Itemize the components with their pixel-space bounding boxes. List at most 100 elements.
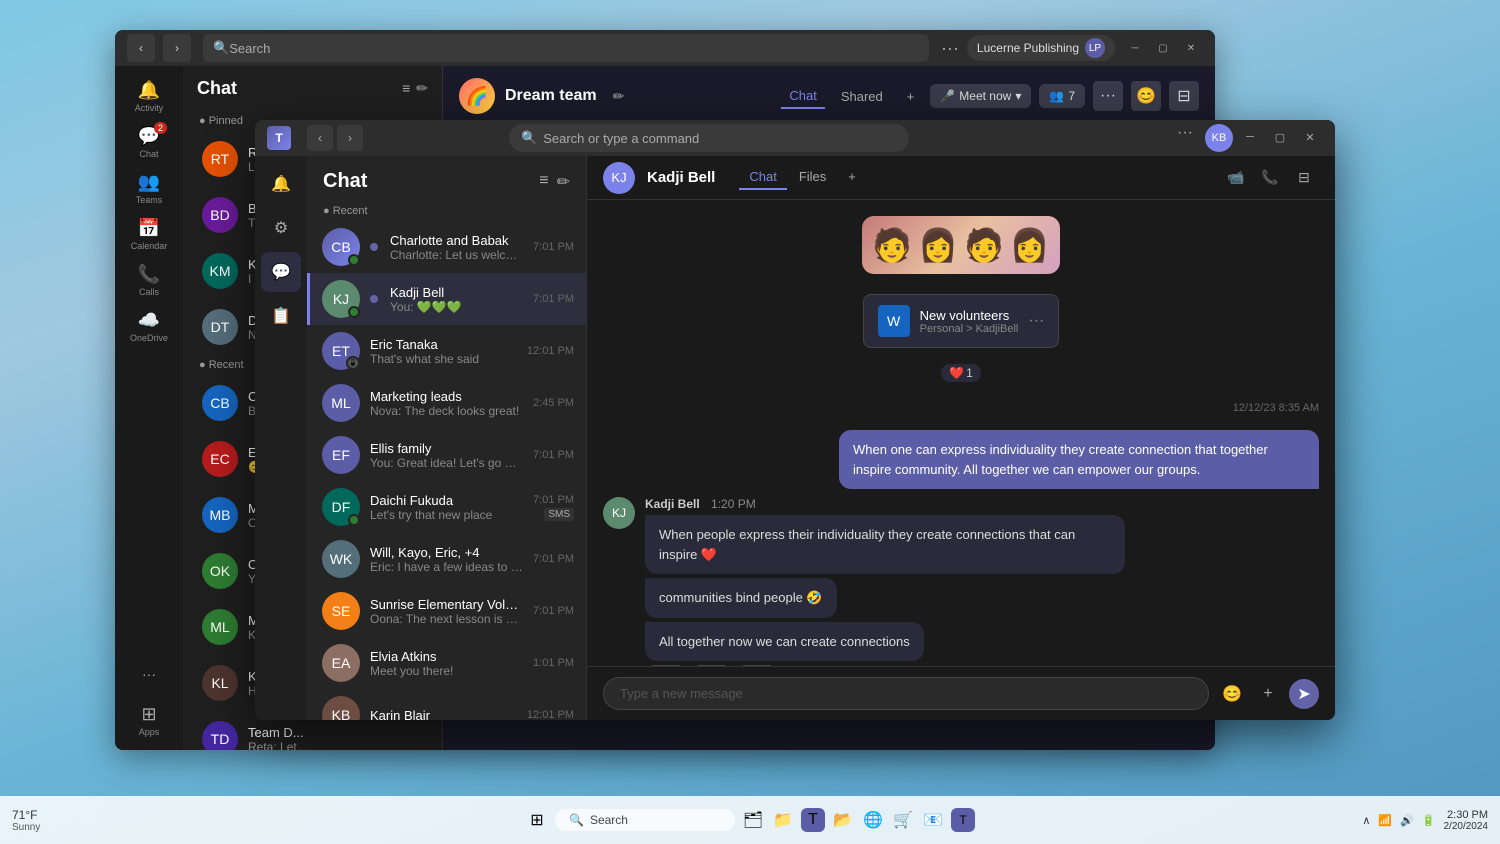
shared-tab[interactable]: Shared <box>833 85 891 108</box>
sms-badge: SMS <box>544 508 574 521</box>
chat-item-meta: 7:01 PM <box>533 241 574 253</box>
taskbar-teams2[interactable]: T <box>951 808 975 832</box>
list-item[interactable]: KJ Kadji Bell You: 💚💚💚 7:01 PM <box>307 273 586 325</box>
emoji-avatar-4: 👩 <box>1010 226 1050 264</box>
start-button[interactable]: ⊞ <box>525 808 549 832</box>
list-item[interactable]: CB Charlotte and Babak Charlotte: Let us… <box>307 221 586 273</box>
network-icon[interactable]: 📶 <box>1378 814 1392 827</box>
user-avatar-front[interactable]: KB <box>1205 124 1233 152</box>
list-item[interactable]: SE Sunrise Elementary Volunteers Oona: T… <box>307 585 586 637</box>
front-nav-settings[interactable]: ⚙ <box>261 208 301 248</box>
more-options-button[interactable]: ··· <box>1093 81 1123 111</box>
maximize-button[interactable]: ▢ <box>1151 36 1175 60</box>
sidebar-activity[interactable]: 🔔 Activity <box>127 74 171 118</box>
list-item[interactable]: ET 📱 Eric Tanaka That's what she said 12… <box>307 325 586 377</box>
battery-icon[interactable]: 🔋 <box>1422 814 1436 827</box>
nav-buttons: ‹ › <box>127 34 191 62</box>
sidebar-teams[interactable]: 👥 Teams <box>127 166 171 210</box>
avatar: SE <box>322 592 360 630</box>
new-chat-icon[interactable]: ✏ <box>416 80 428 97</box>
taskbar-teams[interactable]: T <box>801 808 825 832</box>
filter-icon-front[interactable]: ≡ <box>539 172 548 192</box>
taskbar-store[interactable]: 🛒 <box>891 808 915 832</box>
minimize-front[interactable]: ─ <box>1237 124 1263 150</box>
chat-messages: 🧑 👩 🧑 👩 W New volunteers Personal > Kadj… <box>587 200 1335 666</box>
close-button[interactable]: ✕ <box>1179 36 1203 60</box>
back-button[interactable]: ‹ <box>127 34 155 62</box>
audio-call-button[interactable]: 📞 <box>1255 163 1285 193</box>
chat-item-meta: 7:01 PM <box>533 293 574 305</box>
tab-chat[interactable]: Chat <box>739 165 786 190</box>
list-item[interactable]: EF Ellis family You: Great idea! Let's g… <box>307 429 586 481</box>
filter-icon[interactable]: ≡ <box>402 80 410 97</box>
list-item[interactable]: DF Daichi Fukuda Let's try that new plac… <box>307 481 586 533</box>
back-nav-front[interactable]: ‹ <box>307 125 333 151</box>
front-nav-chat[interactable]: 💬 <box>261 252 301 292</box>
taskbar-outlook[interactable]: 📧 <box>921 808 945 832</box>
edit-icon[interactable]: ✏ <box>613 88 625 105</box>
sidebar-chat[interactable]: 💬 2 Chat <box>127 120 171 164</box>
dream-team-avatar: 🌈 <box>459 78 495 114</box>
more-options-front[interactable]: ··· <box>1177 124 1193 152</box>
people-count-button[interactable]: 👥 7 <box>1039 84 1085 108</box>
more-options-icon[interactable]: ··· <box>941 38 959 59</box>
system-tray-chevron[interactable]: ∧ <box>1362 814 1370 827</box>
sidebar-calendar[interactable]: 📅 Calendar <box>127 212 171 256</box>
compose-icon-front[interactable]: ✏ <box>557 172 570 192</box>
sidebar-onedrive[interactable]: ☁️ OneDrive <box>127 304 171 348</box>
search-bar-front[interactable]: 🔍 Search or type a command <box>509 124 909 152</box>
volume-icon[interactable]: 🔊 <box>1400 814 1414 827</box>
emoji-button[interactable]: 😊 <box>1217 679 1247 709</box>
sidebar-more[interactable]: ··· <box>127 652 171 696</box>
avatar: EF <box>322 436 360 474</box>
taskbar-search[interactable]: 🔍 Search <box>555 809 735 831</box>
meet-now-button[interactable]: 🎤 Meet now ▾ <box>930 84 1031 108</box>
taskbar-widgets[interactable]: 🗂 <box>741 808 765 832</box>
minimize-button[interactable]: ─ <box>1123 36 1147 60</box>
sidebar-toggle-button[interactable]: ⊟ <box>1289 163 1319 193</box>
maximize-front[interactable]: ▢ <box>1267 124 1293 150</box>
file-more-button[interactable]: ··· <box>1028 312 1044 330</box>
search-bar-back[interactable]: 🔍 Search <box>203 34 929 62</box>
sidebar-apps[interactable]: ⊞ Apps <box>127 698 171 742</box>
front-nav-table[interactable]: 📋 <box>261 296 301 336</box>
forward-button[interactable]: › <box>163 34 191 62</box>
front-nav-notification[interactable]: 🔔 <box>261 164 301 204</box>
teams-window-front: T ‹ › 🔍 Search or type a command ··· KB … <box>255 120 1335 720</box>
react-button[interactable]: 😊 <box>1131 81 1161 111</box>
list-item[interactable]: ML Marketing leads Nova: The deck looks … <box>307 377 586 429</box>
attach-button[interactable]: + <box>1253 679 1283 709</box>
front-window-content: 🔔 ⚙ 💬 📋 Chat ≡ ✏ ● Recent CB <box>255 156 1335 720</box>
message-input[interactable]: Type a new message <box>603 677 1209 710</box>
close-front[interactable]: ✕ <box>1297 124 1323 150</box>
sidebar-calls[interactable]: 📞 Calls <box>127 258 171 302</box>
clock-display[interactable]: 2:30 PM 2/20/2024 <box>1444 809 1489 832</box>
microphone-icon: 🎤 <box>940 89 955 103</box>
video-call-button[interactable]: 📹 <box>1221 163 1251 193</box>
avatar: EC <box>202 441 238 477</box>
activity-icon: 🔔 <box>138 80 160 101</box>
people-icon: 👥 <box>1049 89 1064 103</box>
taskbar-files[interactable]: 📂 <box>831 808 855 832</box>
sms-indicator: 📱 <box>346 356 360 370</box>
chat-item-meta: 7:01 PM <box>533 449 574 461</box>
chat-item-meta: 12:01 PM <box>527 709 574 720</box>
list-item[interactable]: EA Elvia Atkins Meet you there! 1:01 PM <box>307 637 586 689</box>
tab-files[interactable]: Files <box>789 165 836 190</box>
chat-partner-avatar: KJ <box>603 162 635 194</box>
list-item[interactable]: WK Will, Kayo, Eric, +4 Eric: I have a f… <box>307 533 586 585</box>
send-button[interactable]: ➤ <box>1289 679 1319 709</box>
layout-button[interactable]: ⊟ <box>1169 81 1199 111</box>
chat-tab[interactable]: Chat <box>781 84 824 109</box>
taskbar-edge[interactable]: 🌐 <box>861 808 885 832</box>
reaction-item[interactable]: ❤️ 1 <box>941 364 981 382</box>
list-item[interactable]: KB Karin Blair 12:01 PM <box>307 689 586 720</box>
user-pill[interactable]: Lucerne Publishing LP <box>967 35 1115 61</box>
chevron-icon: ▾ <box>1015 89 1021 103</box>
tab-add[interactable]: + <box>838 165 866 190</box>
emoji-avatar-2: 👩 <box>918 226 958 264</box>
add-tab[interactable]: + <box>899 85 923 108</box>
forward-nav-front[interactable]: › <box>337 125 363 151</box>
taskbar-explorer[interactable]: 📁 <box>771 808 795 832</box>
dream-team-header: 🌈 Dream team ✏ Chat Shared + 🎤 Meet now … <box>443 66 1215 127</box>
